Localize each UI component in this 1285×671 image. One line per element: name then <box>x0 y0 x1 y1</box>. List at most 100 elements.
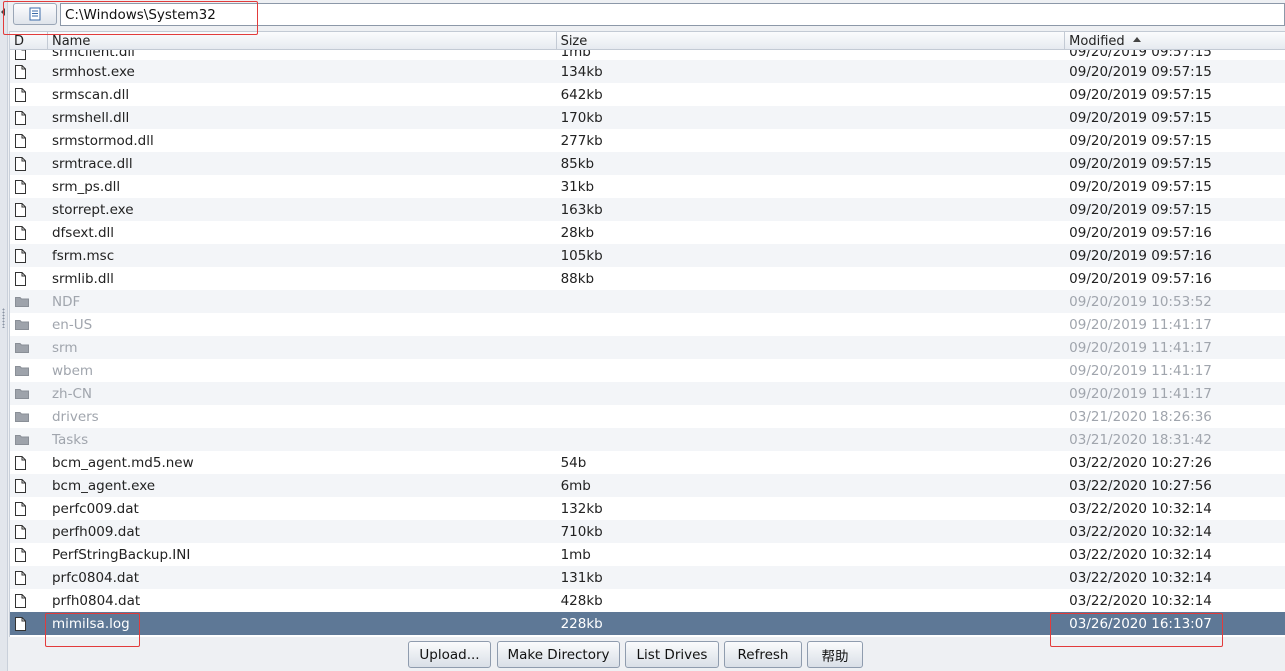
file-modified: 09/20/2019 11:41:17 <box>1069 362 1212 379</box>
file-modified: 09/20/2019 09:57:16 <box>1069 247 1212 264</box>
file-name[interactable]: srmshell.dll <box>48 110 557 126</box>
file-name[interactable]: srmclient.dll <box>48 50 557 60</box>
table-row[interactable]: drivers 03/21/2020 18:26:36 <box>10 405 1285 428</box>
table-row[interactable]: srmshell.dll 170kb 09/20/2019 09:57:15 <box>10 106 1285 129</box>
file-modified: 03/26/2020 16:13:07 <box>1069 615 1212 632</box>
file-modified: 03/22/2020 10:27:26 <box>1069 454 1212 471</box>
list-drives-button[interactable]: List Drives <box>625 641 719 668</box>
file-size: 132kb <box>560 500 603 517</box>
file-name[interactable]: dfsext.dll <box>48 225 557 241</box>
file-icon <box>10 455 48 470</box>
file-size: 6mb <box>560 477 591 494</box>
file-name[interactable]: en-US <box>48 317 557 333</box>
table-row[interactable]: perfc009.dat 132kb 03/22/2020 10:32:14 <box>10 497 1285 520</box>
table-row[interactable]: srmlib.dll 88kb 09/20/2019 09:57:16 <box>10 267 1285 290</box>
file-name[interactable]: srmscan.dll <box>48 87 557 103</box>
table-row[interactable]: NDF 09/20/2019 10:53:52 <box>10 290 1285 313</box>
table-row[interactable]: bcm_agent.md5.new 54b 03/22/2020 10:27:26 <box>10 451 1285 474</box>
file-modified: 09/20/2019 11:41:17 <box>1069 385 1212 402</box>
splitter-grip-icon <box>2 308 5 328</box>
left-splitter[interactable] <box>0 0 8 671</box>
table-row[interactable]: srmstormod.dll 277kb 09/20/2019 09:57:15 <box>10 129 1285 152</box>
file-name[interactable]: storrept.exe <box>48 202 557 218</box>
file-name[interactable]: srmlib.dll <box>48 271 557 287</box>
table-row[interactable]: PerfStringBackup.INI 1mb 03/22/2020 10:32:… <box>10 543 1285 566</box>
refresh-button[interactable]: Refresh <box>724 641 802 668</box>
file-name[interactable]: srmstormod.dll <box>48 133 557 149</box>
file-name[interactable]: fsrm.msc <box>48 248 557 264</box>
file-modified: 09/20/2019 10:53:52 <box>1069 293 1212 310</box>
file-modified: 09/20/2019 09:57:15 <box>1069 50 1212 60</box>
table-row[interactable]: en-US 09/20/2019 11:41:17 <box>10 313 1285 336</box>
column-header-d[interactable]: D <box>10 32 48 49</box>
table-row[interactable]: Tasks 03/21/2020 18:31:42 <box>10 428 1285 451</box>
file-size: 31kb <box>560 178 595 195</box>
file-modified: 09/20/2019 09:57:15 <box>1069 109 1212 126</box>
table-row[interactable]: srm 09/20/2019 11:41:17 <box>10 336 1285 359</box>
collapse-arrow-icon[interactable] <box>1 8 5 16</box>
file-name[interactable]: perfh009.dat <box>48 524 557 540</box>
file-modified: 09/20/2019 09:57:15 <box>1069 63 1212 80</box>
table-row[interactable]: srm_ps.dll 31kb 09/20/2019 09:57:15 <box>10 175 1285 198</box>
file-name[interactable]: prfc0804.dat <box>48 570 557 586</box>
file-name[interactable]: zh-CN <box>48 386 557 402</box>
file-name[interactable]: bcm_agent.exe <box>48 478 557 494</box>
file-name[interactable]: srm_ps.dll <box>48 179 557 195</box>
table-row[interactable]: prfc0804.dat 131kb 03/22/2020 10:32:14 <box>10 566 1285 589</box>
folder-icon <box>10 296 48 307</box>
file-size: 163kb <box>560 201 603 218</box>
path-go-button[interactable] <box>13 3 57 25</box>
table-row[interactable]: perfh009.dat 710kb 03/22/2020 10:32:14 <box>10 520 1285 543</box>
file-size: 134kb <box>560 63 603 80</box>
file-modified: 03/22/2020 10:32:14 <box>1069 546 1212 563</box>
file-name[interactable]: wbem <box>48 363 557 379</box>
folder-icon <box>10 388 48 399</box>
file-name[interactable]: NDF <box>48 294 557 310</box>
table-row[interactable]: srmtrace.dll 85kb 09/20/2019 09:57:15 <box>10 152 1285 175</box>
column-header-name[interactable]: Name <box>48 32 557 49</box>
file-name[interactable]: bcm_agent.md5.new <box>48 455 557 471</box>
table-row[interactable]: prfh0804.dat 428kb 03/22/2020 10:32:14 <box>10 589 1285 612</box>
table-row[interactable]: bcm_agent.exe 6mb 03/22/2020 10:27:56 <box>10 474 1285 497</box>
action-bar: Upload... Make Directory List Drives Ref… <box>0 641 1285 669</box>
table-row[interactable]: srmclient.dll 1mb 09/20/2019 09:57:15 <box>10 50 1285 60</box>
file-modified: 03/22/2020 10:32:14 <box>1069 500 1212 517</box>
file-size: 85kb <box>560 155 595 172</box>
file-size: 228kb <box>560 615 603 632</box>
file-modified: 03/21/2020 18:31:42 <box>1069 431 1212 448</box>
file-modified: 03/22/2020 10:27:56 <box>1069 477 1212 494</box>
file-name[interactable]: srm <box>48 340 557 356</box>
table-body: srmclient.dll 1mb 09/20/2019 09:57:15 srmho… <box>10 50 1285 635</box>
file-icon <box>10 271 48 286</box>
file-icon <box>10 616 48 631</box>
file-name[interactable]: prfh0804.dat <box>48 593 557 609</box>
folder-icon <box>10 411 48 422</box>
table-row[interactable]: zh-CN 09/20/2019 11:41:17 <box>10 382 1285 405</box>
file-icon <box>10 478 48 493</box>
table-row[interactable]: fsrm.msc 105kb 09/20/2019 09:57:16 <box>10 244 1285 267</box>
file-size: 28kb <box>560 224 595 241</box>
file-modified: 09/20/2019 09:57:15 <box>1069 155 1212 172</box>
table-row[interactable]: srmscan.dll 642kb 09/20/2019 09:57:15 <box>10 83 1285 106</box>
column-header-size[interactable]: Size <box>557 32 1066 49</box>
file-name[interactable]: drivers <box>48 409 557 425</box>
table-row[interactable]: wbem 09/20/2019 11:41:17 <box>10 359 1285 382</box>
table-row[interactable]: mimilsa.log 228kb 03/26/2020 16:13:07 <box>10 612 1285 635</box>
file-name[interactable]: PerfStringBackup.INI <box>48 547 557 563</box>
upload-button[interactable]: Upload... <box>408 641 491 668</box>
path-input[interactable] <box>60 3 1285 26</box>
file-name[interactable]: srmhost.exe <box>48 64 557 80</box>
file-name[interactable]: Tasks <box>48 432 557 448</box>
file-size: 131kb <box>560 569 603 586</box>
file-name[interactable]: srmtrace.dll <box>48 156 557 172</box>
table-row[interactable]: srmhost.exe 134kb 09/20/2019 09:57:15 <box>10 60 1285 83</box>
make-directory-button[interactable]: Make Directory <box>497 641 620 668</box>
help-button[interactable]: 帮助 <box>807 641 863 668</box>
file-name[interactable]: perfc009.dat <box>48 501 557 517</box>
file-size: 1mb <box>560 50 591 60</box>
table-row[interactable]: dfsext.dll 28kb 09/20/2019 09:57:16 <box>10 221 1285 244</box>
column-header-modified[interactable]: Modified <box>1065 32 1285 49</box>
table-row[interactable]: storrept.exe 163kb 09/20/2019 09:57:15 <box>10 198 1285 221</box>
file-icon <box>10 524 48 539</box>
file-name[interactable]: mimilsa.log <box>48 616 557 632</box>
